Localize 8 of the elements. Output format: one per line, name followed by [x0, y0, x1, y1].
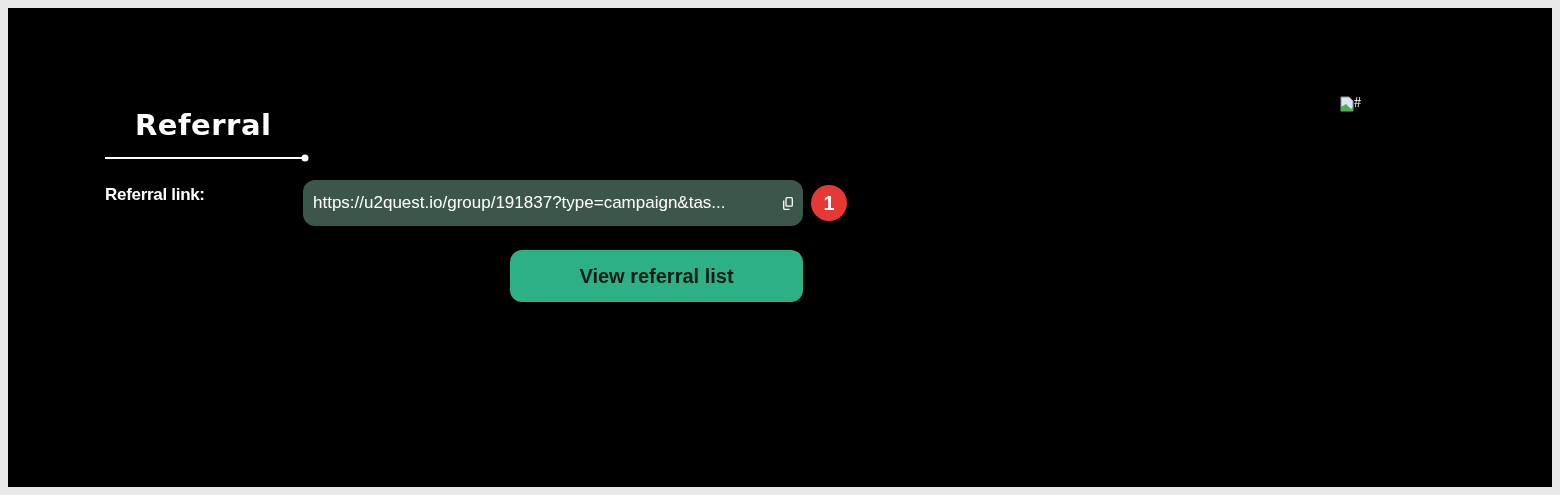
- count-badge: 1: [811, 185, 847, 221]
- view-referral-list-button[interactable]: View referral list: [510, 250, 803, 302]
- referral-link-field[interactable]: https://u2quest.io/group/191837?type=campaign&tas...: [303, 180, 803, 226]
- copy-icon[interactable]: [783, 196, 793, 210]
- broken-image-icon: [1340, 96, 1354, 112]
- image-alt-text: #: [1354, 96, 1361, 110]
- section-title: Referral: [134, 107, 273, 143]
- field-label: Referral link:: [105, 185, 206, 205]
